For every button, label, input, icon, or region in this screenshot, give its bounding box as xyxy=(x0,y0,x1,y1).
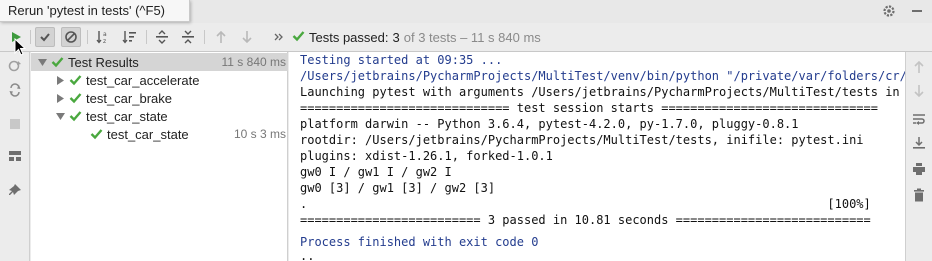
console-line: plugins: xdist-1.26.1, forked-1.0.1 xyxy=(300,149,553,163)
tree-item-root[interactable]: Test Results 11 s 840 ms xyxy=(31,53,288,71)
tree-item-time: 10 s 3 ms xyxy=(233,127,286,141)
tree-item-label: test_car_accelerate xyxy=(86,72,200,88)
svg-text:z: z xyxy=(103,38,106,44)
test-status: Tests passed: 3 of 3 tests – 11 s 840 ms xyxy=(292,30,541,45)
status-total: of 3 tests – 11 s 840 ms xyxy=(403,30,541,45)
collapse-all-icon[interactable] xyxy=(178,27,198,47)
console-line: rootdir: /Users/jetbrains/PycharmProject… xyxy=(300,133,864,147)
toolbar-divider xyxy=(204,30,205,44)
down-icon[interactable] xyxy=(910,82,928,100)
pin-icon[interactable] xyxy=(5,180,25,200)
show-ignored-icon[interactable] xyxy=(61,27,81,47)
console-line: .. xyxy=(300,249,315,261)
passed-check-icon xyxy=(68,109,82,123)
chevron-right-icon[interactable] xyxy=(55,75,65,85)
toolbar-divider xyxy=(87,30,88,44)
console-line: Testing started at 09:35 ... xyxy=(300,53,503,67)
print-icon[interactable] xyxy=(910,160,928,178)
console-line: Process finished with exit code 0 xyxy=(300,235,539,249)
up-icon[interactable] xyxy=(910,58,928,76)
rerun-failed-icon[interactable] xyxy=(5,56,25,76)
tree-item-label: test_car_state xyxy=(107,126,189,142)
chevron-down-icon[interactable] xyxy=(55,111,65,121)
tree-item-label: Test Results xyxy=(68,54,139,70)
tree-item-child[interactable]: test_car_state 10 s 3 ms xyxy=(31,125,288,143)
console-line: ========================= 3 passed in 10… xyxy=(300,213,871,227)
previous-failed-icon[interactable] xyxy=(211,27,231,47)
scroll-to-end-icon[interactable] xyxy=(910,134,928,152)
soft-wrap-icon[interactable] xyxy=(910,110,928,128)
passed-check-icon xyxy=(89,127,103,141)
console-line: gw0 I / gw1 I / gw2 I xyxy=(300,165,452,179)
console-line: gw0 [3] / gw1 [3] / gw2 [3] xyxy=(300,181,496,195)
passed-check-icon xyxy=(68,73,82,87)
tree-item-test[interactable]: test_car_accelerate xyxy=(31,71,288,89)
sort-duration-icon[interactable] xyxy=(120,27,140,47)
passed-check-icon xyxy=(68,91,82,105)
more-icon[interactable] xyxy=(269,27,289,47)
console-line: platform darwin -- Python 3.6.4, pytest-… xyxy=(300,117,799,131)
tree-item-label: test_car_brake xyxy=(86,90,172,106)
gear-icon[interactable] xyxy=(880,2,898,20)
layout-icon[interactable] xyxy=(5,146,25,166)
status-label: Tests passed: xyxy=(309,30,389,45)
passed-check-icon xyxy=(50,55,64,69)
tree-item-test[interactable]: test_car_state xyxy=(31,107,288,125)
console-line: ============================= test sessi… xyxy=(300,101,878,115)
console-output[interactable]: Testing started at 09:35 ... /Users/jetb… xyxy=(289,52,905,261)
passed-check-icon xyxy=(292,30,305,45)
mouse-cursor-icon xyxy=(14,38,26,56)
toggle-auto-test-icon[interactable] xyxy=(5,80,25,100)
trash-icon[interactable] xyxy=(910,186,928,204)
next-failed-icon[interactable] xyxy=(237,27,257,47)
tree-item-label: test_car_state xyxy=(86,108,168,124)
minimize-icon[interactable] xyxy=(908,2,926,20)
show-passed-icon[interactable] xyxy=(35,27,55,47)
chevron-down-icon[interactable] xyxy=(37,57,47,67)
tree-item-test[interactable]: test_car_brake xyxy=(31,89,288,107)
right-toolbar xyxy=(905,52,932,261)
stop-icon[interactable] xyxy=(5,114,25,134)
test-runner-toolbar: az Tests passed: 3 of 3 tests – 11 s 840… xyxy=(0,23,932,52)
tree-item-time: 11 s 840 ms xyxy=(221,55,286,69)
console-line: . [100%] xyxy=(300,197,871,211)
toolbar-divider xyxy=(30,30,31,44)
rerun-tooltip: Rerun 'pytest in tests' (^F5) xyxy=(0,0,190,22)
console-line: Launching pytest with arguments /Users/j… xyxy=(300,85,905,99)
status-count: 3 xyxy=(392,30,400,45)
expand-all-icon[interactable] xyxy=(152,27,172,47)
chevron-right-icon[interactable] xyxy=(55,93,65,103)
sort-alpha-icon[interactable]: az xyxy=(94,27,114,47)
svg-text:a: a xyxy=(103,31,107,38)
left-toolbar xyxy=(0,52,30,261)
console-line: /Users/jetbrains/PycharmProjects/MultiTe… xyxy=(300,69,905,83)
toolbar-divider xyxy=(146,30,147,44)
test-results-tree: Test Results 11 s 840 ms test_car_accele… xyxy=(31,52,288,261)
